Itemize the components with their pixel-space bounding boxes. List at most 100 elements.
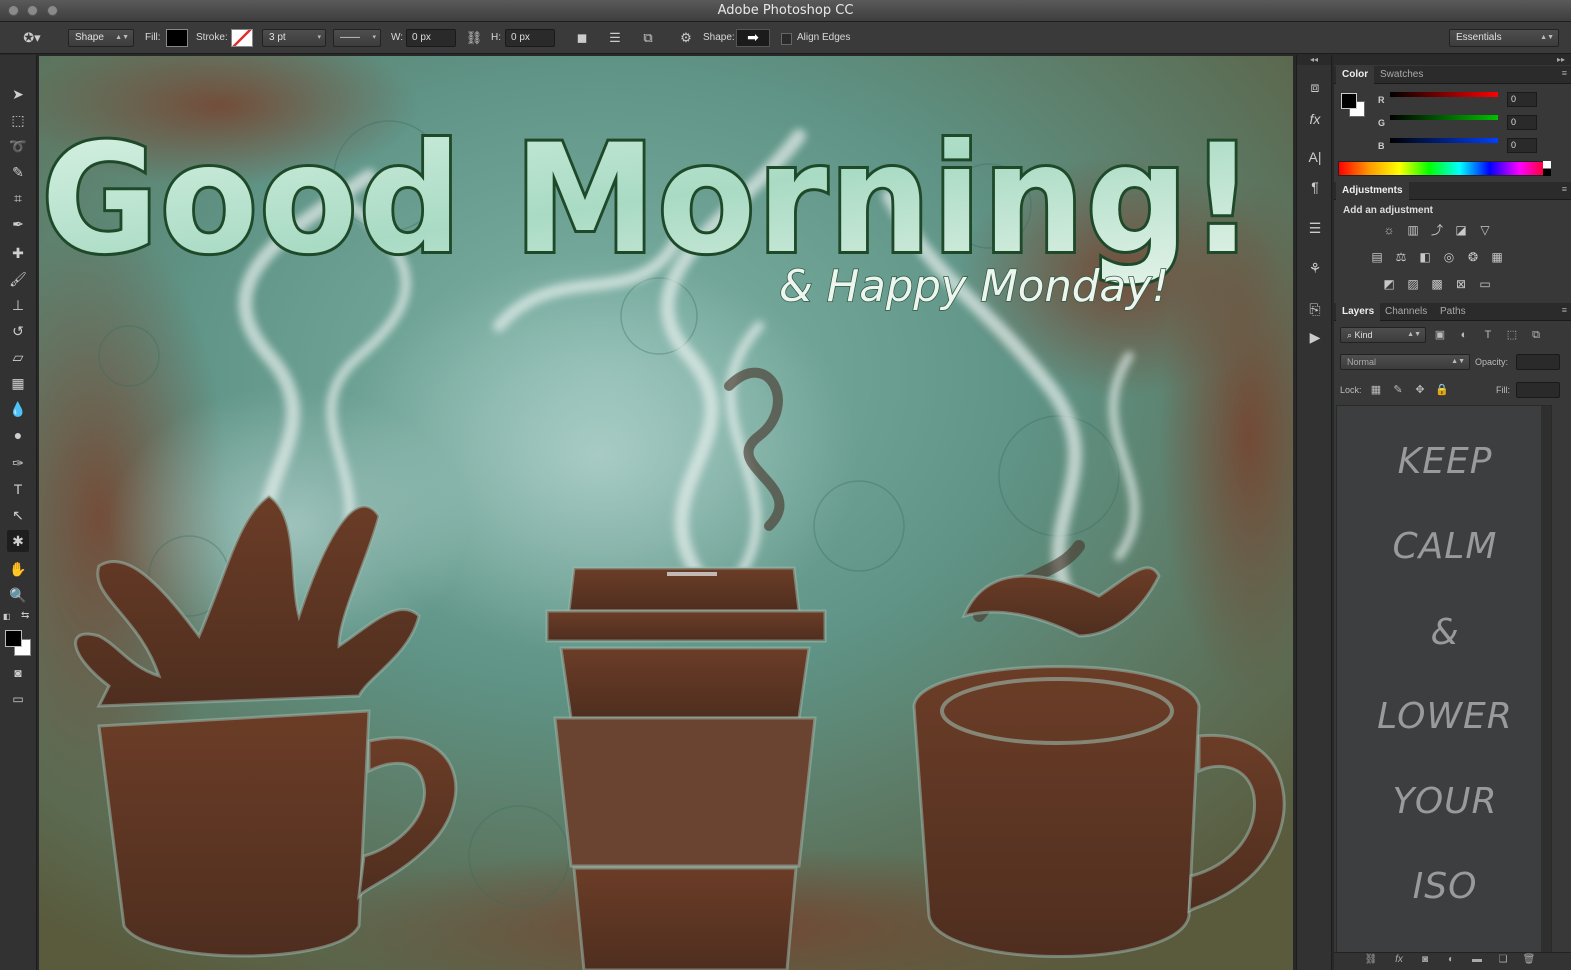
brush-tool-icon[interactable]: 🖌 <box>7 268 29 290</box>
vibrance-icon[interactable]: ▽ <box>1476 222 1494 238</box>
blue-value-field[interactable]: 0 <box>1507 138 1537 153</box>
fill-swatch[interactable] <box>166 29 188 47</box>
tool-preset-picker[interactable]: ✪▾ <box>20 28 44 48</box>
add-mask-icon[interactable]: ◙ <box>1416 954 1434 968</box>
document-canvas[interactable]: Good Morning! & Happy Monday! <box>39 56 1293 970</box>
quick-selection-tool-icon[interactable]: ✎ <box>7 161 29 183</box>
new-adjustment-icon[interactable]: ◐ <box>1442 954 1460 968</box>
threshold-icon[interactable]: ▩ <box>1428 276 1446 292</box>
adjustment-filter-icon[interactable]: ◐ <box>1456 327 1472 343</box>
link-icon[interactable]: ⛓ <box>464 28 484 48</box>
blue-slider[interactable] <box>1390 138 1498 143</box>
actions-panel-icon[interactable]: ▶ <box>1305 327 1325 347</box>
styles-panel-icon[interactable]: fx <box>1305 109 1325 129</box>
blend-mode-select[interactable]: Normal ▲▼ <box>1340 354 1470 370</box>
smart-object-filter-icon[interactable]: ⧉ <box>1528 327 1544 343</box>
quick-mask-icon[interactable]: ◙ <box>7 662 29 684</box>
history-brush-tool-icon[interactable]: ↺ <box>7 320 29 342</box>
opacity-field[interactable] <box>1516 354 1560 370</box>
default-colors-icon[interactable]: ◧ <box>3 612 13 622</box>
layer-style-icon[interactable]: fx <box>1390 954 1408 968</box>
workspace-select[interactable]: Essentials ▲▼ <box>1449 29 1559 47</box>
link-layers-icon[interactable]: ⛓ <box>1362 954 1380 968</box>
tab-layers[interactable]: Layers <box>1336 303 1381 321</box>
tab-swatches[interactable]: Swatches <box>1374 66 1429 84</box>
color-lookup-icon[interactable]: ▦ <box>1488 249 1506 265</box>
panel-menu-icon[interactable]: ≡ <box>1562 184 1567 194</box>
dodge-tool-icon[interactable]: ● <box>7 424 29 446</box>
curves-icon[interactable]: ⤴ <box>1428 222 1446 238</box>
levels-icon[interactable]: ▥ <box>1404 222 1422 238</box>
brightness-contrast-icon[interactable]: ☼ <box>1380 222 1398 238</box>
red-value-field[interactable]: 0 <box>1507 92 1537 107</box>
tab-paths[interactable]: Paths <box>1434 303 1472 321</box>
type-tool-icon[interactable]: T <box>7 478 29 500</box>
expand-panels-icon[interactable]: ▸▸ <box>1334 55 1571 65</box>
red-slider[interactable] <box>1390 92 1498 97</box>
tab-color[interactable]: Color <box>1336 66 1375 84</box>
lock-transparency-icon[interactable]: ▦ <box>1368 382 1384 398</box>
properties-panel-icon[interactable]: ☰ <box>1305 218 1325 238</box>
panel-menu-icon[interactable]: ≡ <box>1562 305 1567 315</box>
tool-mode-select[interactable]: Shape ▲▼ <box>68 29 134 47</box>
path-arrangement-icon[interactable]: ⧉ <box>638 28 658 48</box>
lock-all-icon[interactable]: 🔒 <box>1434 382 1450 398</box>
layers-scrollbar[interactable] <box>1541 406 1551 954</box>
foreground-color-swatch[interactable] <box>5 630 22 647</box>
shape-picker[interactable]: ➡ <box>736 29 770 47</box>
new-layer-icon[interactable]: ❏ <box>1494 954 1512 968</box>
paragraph-panel-icon[interactable]: ¶ <box>1305 177 1325 197</box>
black-white-swatch[interactable] <box>1543 161 1551 176</box>
eyedropper-tool-icon[interactable]: ✒ <box>7 213 29 235</box>
selective-color-icon[interactable]: ⊠ <box>1452 276 1470 292</box>
channel-mixer-icon[interactable]: ❂ <box>1464 249 1482 265</box>
width-field[interactable]: 0 px <box>406 29 456 47</box>
image-filter-icon[interactable]: ▣ <box>1432 327 1448 343</box>
clone-stamp-tool-icon[interactable]: ⊥ <box>7 294 29 316</box>
photo-filter-icon[interactable]: ◎ <box>1440 249 1458 265</box>
gradient-map-icon[interactable]: ▭ <box>1476 276 1494 292</box>
pen-tool-icon[interactable]: ✑ <box>7 452 29 474</box>
lock-position-icon[interactable]: ✥ <box>1412 382 1428 398</box>
height-field[interactable]: 0 px <box>505 29 555 47</box>
fill-field[interactable] <box>1516 382 1560 398</box>
layer-filter-select[interactable]: ⌕ Kind ▲▼ <box>1340 327 1426 343</box>
stroke-type-select[interactable]: —— ▾ <box>333 29 381 47</box>
eraser-tool-icon[interactable]: ▱ <box>7 346 29 368</box>
color-balance-icon[interactable]: ⚖ <box>1392 249 1410 265</box>
character-panel-icon[interactable]: A| <box>1305 147 1325 167</box>
blur-tool-icon[interactable]: 💧 <box>7 398 29 420</box>
path-operations-icon[interactable]: ◼ <box>572 28 592 48</box>
new-group-icon[interactable]: ▬ <box>1468 954 1486 968</box>
green-slider[interactable] <box>1390 115 1498 120</box>
green-value-field[interactable]: 0 <box>1507 115 1537 130</box>
hue-saturation-icon[interactable]: ▤ <box>1368 249 1386 265</box>
custom-shape-tool-icon[interactable]: ✱ <box>7 530 29 552</box>
fg-color-chip[interactable] <box>1341 93 1357 109</box>
path-alignment-icon[interactable]: ☰ <box>605 28 625 48</box>
history-panel-icon[interactable]: ⧈ <box>1305 77 1325 97</box>
tab-adjustments[interactable]: Adjustments <box>1336 182 1409 200</box>
gear-icon[interactable]: ⚙ <box>676 28 696 48</box>
invert-icon[interactable]: ◩ <box>1380 276 1398 292</box>
trash-icon[interactable]: 🗑 <box>1520 954 1538 968</box>
brush-presets-panel-icon[interactable]: ⚘ <box>1305 258 1325 278</box>
tab-channels[interactable]: Channels <box>1379 303 1433 321</box>
type-filter-icon[interactable]: T <box>1480 327 1496 343</box>
collapse-dock-icon[interactable]: ◂◂ <box>1297 55 1331 65</box>
color-spectrum-ramp[interactable] <box>1338 161 1551 176</box>
exposure-icon[interactable]: ◪ <box>1452 222 1470 238</box>
lasso-tool-icon[interactable]: ➰ <box>7 135 29 157</box>
path-selection-tool-icon[interactable]: ↖ <box>7 504 29 526</box>
screen-mode-icon[interactable]: ▭ <box>7 688 29 710</box>
hand-tool-icon[interactable]: ✋ <box>7 558 29 580</box>
zoom-tool-icon[interactable]: 🔍 <box>7 584 29 606</box>
layers-list-preview[interactable]: KEEP CALM & LOWER YOUR ISO <box>1336 405 1552 955</box>
crop-tool-icon[interactable]: ⌗ <box>7 187 29 209</box>
stroke-swatch[interactable] <box>231 29 253 47</box>
swap-colors-icon[interactable]: ⇆ <box>21 610 33 622</box>
clone-source-panel-icon[interactable]: ⎘ <box>1305 299 1325 319</box>
panel-menu-icon[interactable]: ≡ <box>1562 68 1567 78</box>
black-white-icon[interactable]: ◧ <box>1416 249 1434 265</box>
align-edges-checkbox[interactable] <box>781 33 792 45</box>
